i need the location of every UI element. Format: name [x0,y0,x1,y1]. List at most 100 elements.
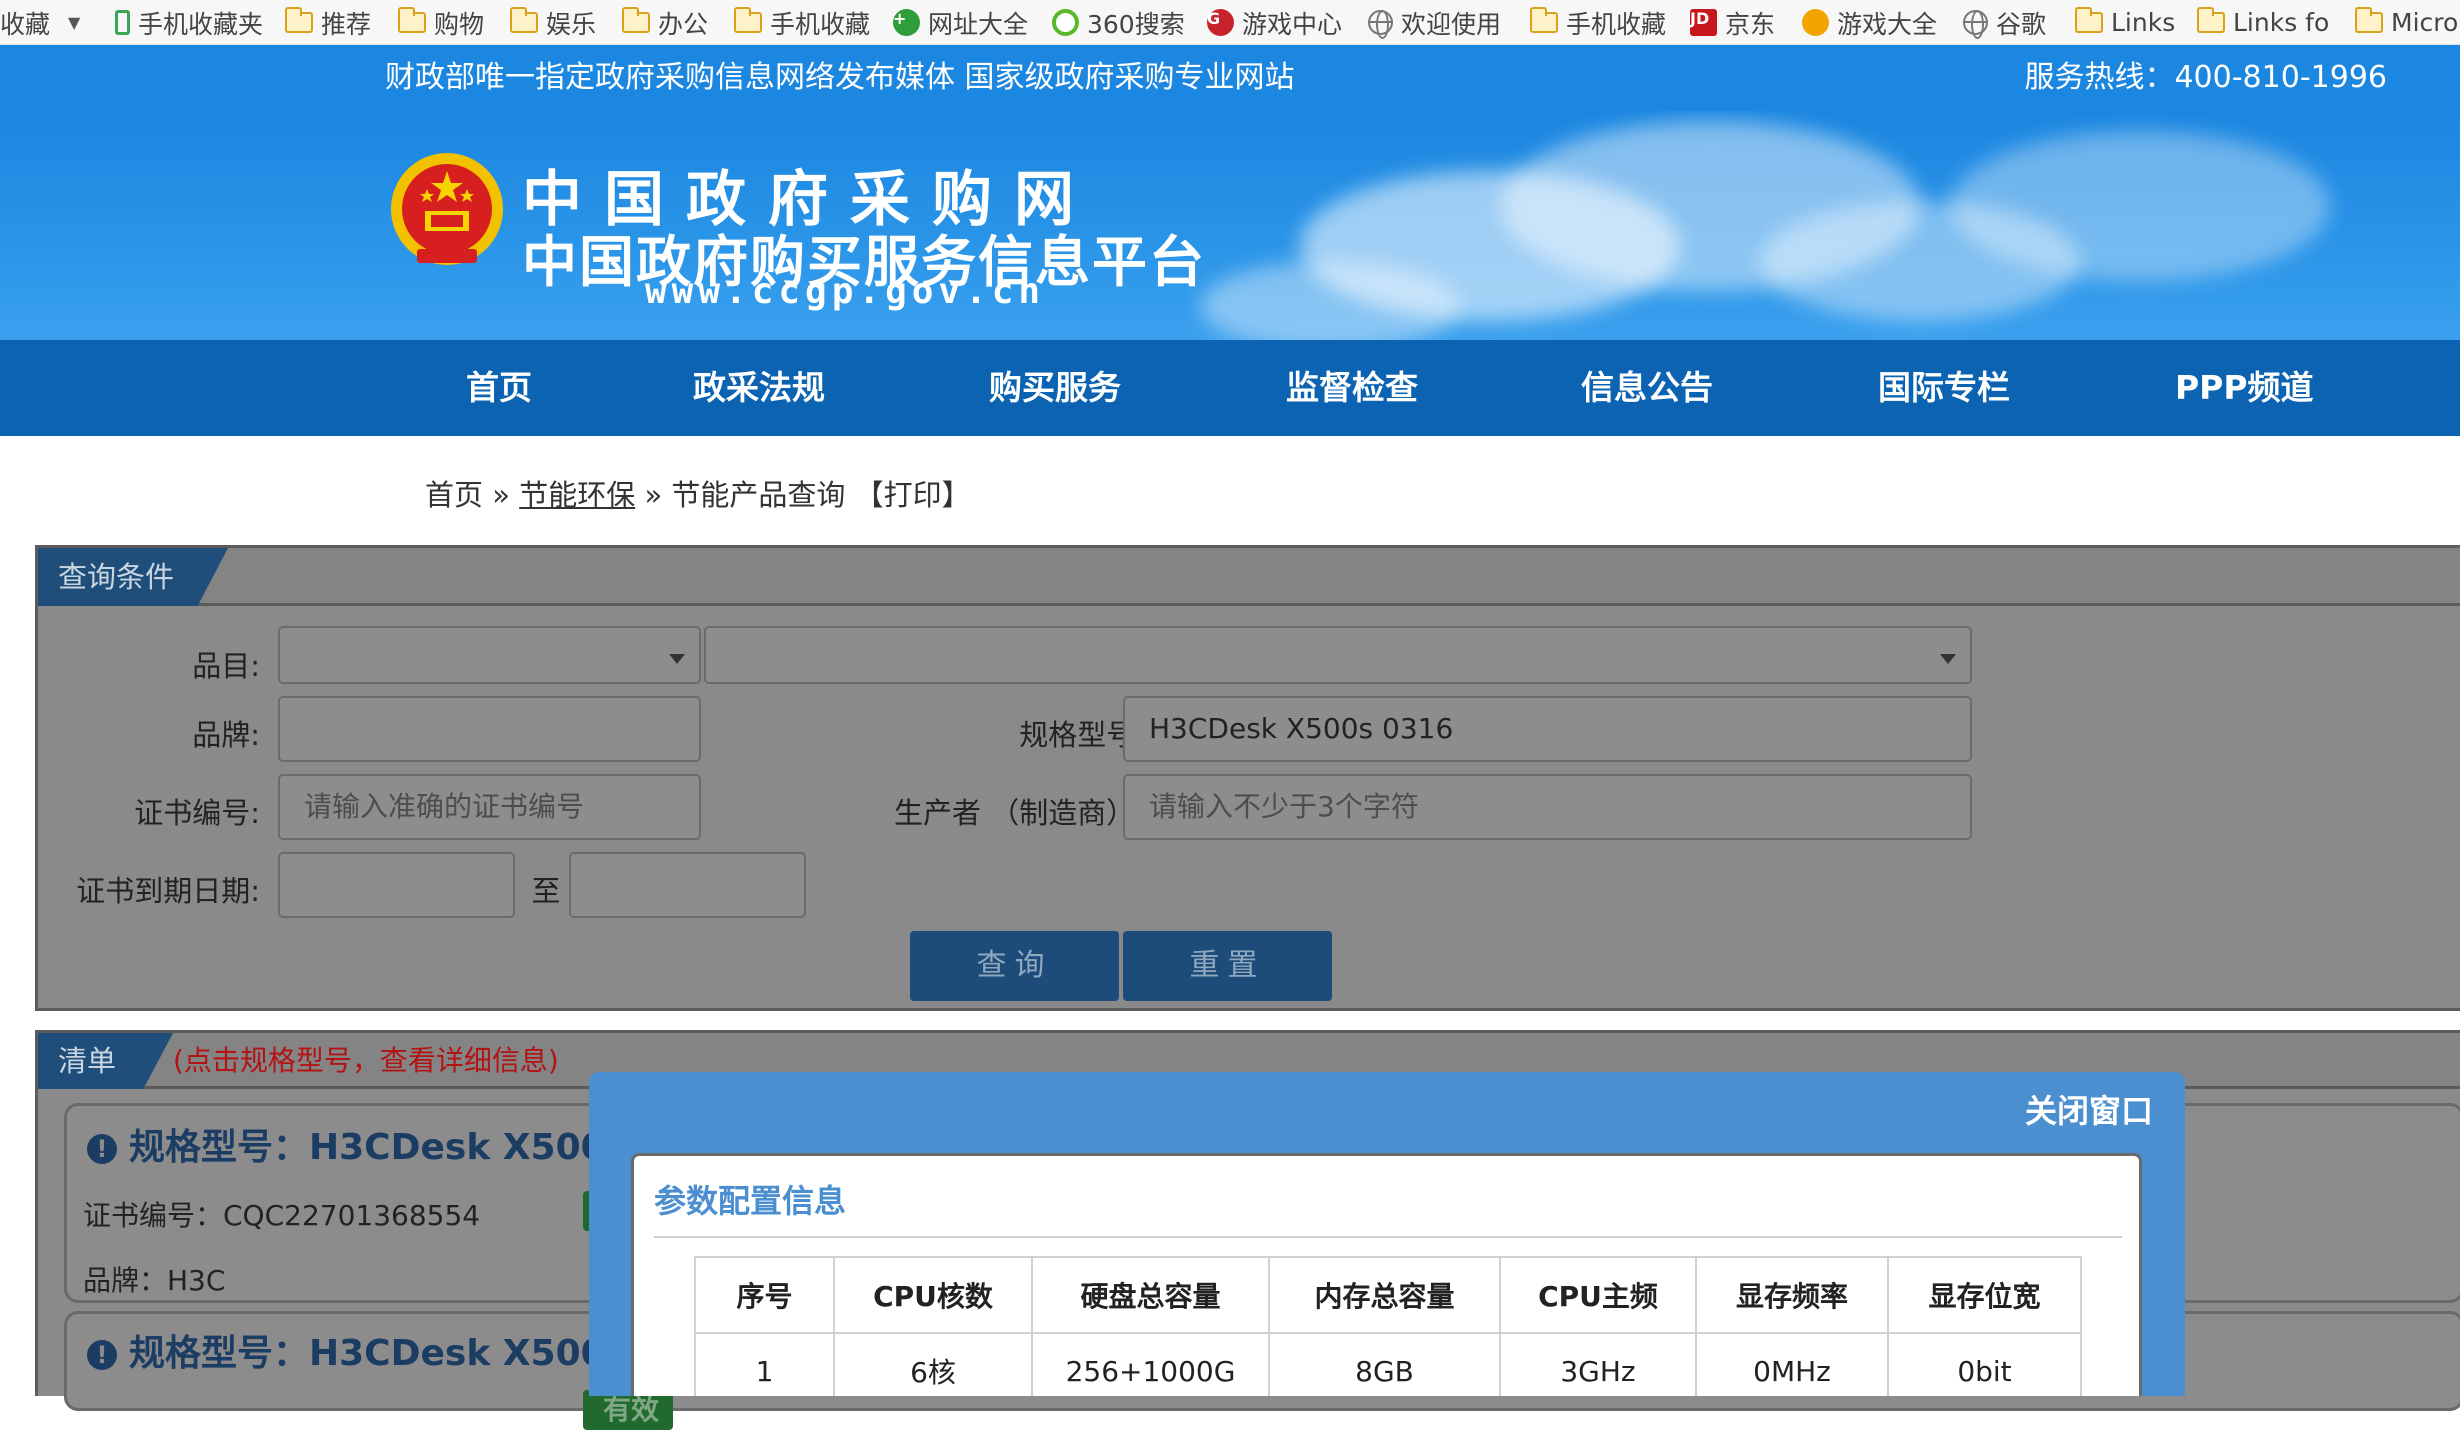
list-hint: (点击规格型号，查看详细信息) [173,1044,559,1077]
brand-label: 品牌: [192,718,260,752]
folder-icon [398,7,426,33]
category-label: 品目: [192,649,260,683]
model-label: 规格型号: [1019,718,1145,752]
bookmark-game-directory[interactable]: 游戏大全 [1802,0,1937,44]
bookmark-label: Links fo [2233,8,2330,37]
category-select[interactable] [278,626,701,684]
brand-input[interactable] [278,696,701,762]
bookmark-label: 欢迎使用 [1401,9,1502,39]
result-brand: 品牌：H3C [83,1264,226,1297]
bookmark-links[interactable]: Links [2075,0,2176,44]
nav-home[interactable]: 首页 [466,340,532,436]
bookmark-game-center[interactable]: G 游戏中心 [1207,0,1342,44]
top-strip: 财政部唯一指定政府采购信息网络发布媒体 国家级政府采购专业网站 服务热线：400… [0,45,2460,111]
chevron-down-icon [669,654,685,664]
column-header: 显存位宽 [1887,1256,2082,1334]
bookmark-micro[interactable]: Micro [2355,0,2458,44]
result-title[interactable]: ! 规格型号：H3CDesk X500s ( [87,1118,656,1170]
bookmark-label: 京东 [1725,9,1776,39]
bookmark-welcome[interactable]: 欢迎使用 [1368,0,1502,44]
national-emblem-icon [387,151,507,276]
folder-icon [285,7,313,33]
bookmark-entertainment[interactable]: 娱乐 [510,0,597,44]
table-cell: 3GHz [1499,1332,1697,1396]
folder-icon [734,7,762,33]
table-cell: 0MHz [1695,1332,1889,1396]
bookmark-favorites[interactable]: 收藏 ▼ [0,0,80,44]
site-slogan: 财政部唯一指定政府采购信息网络发布媒体 国家级政府采购专业网站 [385,60,1295,95]
column-header: 序号 [694,1256,835,1334]
modal-title: 参数配置信息 [654,1182,847,1220]
bookmark-links-fo[interactable]: Links fo [2197,0,2330,44]
nav-supervision[interactable]: 监督检查 [1286,340,1418,436]
nav-site-icon: + [893,9,920,36]
breadcrumb-current: 节能产品查询 [671,478,846,512]
search-360-icon [1052,9,1079,36]
bookmark-office[interactable]: 办公 [622,0,709,44]
folder-icon [2075,7,2103,33]
jd-icon: JD [1690,9,1717,36]
table-cell: 1 [694,1332,835,1396]
game-icon [1802,9,1829,36]
search-button[interactable]: 查询 [910,931,1119,1001]
bookmark-mobile-collection[interactable]: 手机收藏 [734,0,871,44]
chevron-down-icon[interactable]: ▼ [68,13,80,32]
chevron-down-icon [1940,654,1956,664]
cert-number-input[interactable]: 请输入准确的证书编号 [278,774,701,840]
bookmark-label: Links [2111,8,2176,37]
nav-announcements[interactable]: 信息公告 [1581,340,1713,436]
bookmark-label: 娱乐 [546,9,597,39]
table-cell: 256+1000G [1031,1332,1270,1396]
folder-icon [622,7,650,33]
bookmark-360-search[interactable]: 360搜索 [1052,0,1185,44]
bookmark-label: 手机收藏 [770,9,871,39]
expiry-date-from-input[interactable] [278,852,515,918]
expiry-date-to-input[interactable] [569,852,806,918]
bookmark-site-directory[interactable]: + 网址大全 [893,0,1029,44]
result-title[interactable]: ! 规格型号：H3CDesk X500s ( [87,1324,656,1376]
column-header: 内存总容量 [1268,1256,1501,1334]
bookmark-label: 办公 [658,9,709,39]
bookmark-recommend[interactable]: 推荐 [285,0,372,44]
banner-url: www.ccgp.gov.cn [645,271,1046,312]
site-banner: 中国政府采购网 中国政府购买服务信息平台 www.ccgp.gov.cn [0,111,2460,340]
breadcrumb-home[interactable]: 首页 [425,478,483,512]
breadcrumb-separator: » [644,478,663,512]
manufacturer-input[interactable]: 请输入不少于3个字符 [1123,774,1972,840]
globe-icon [1963,10,1988,39]
bookmark-label: 推荐 [321,9,372,39]
info-icon: ! [87,1340,117,1370]
nav-ppp[interactable]: PPP频道 [2175,340,2314,436]
manufacturer-label: 生产者 （制造商）: [894,796,1145,830]
reset-button[interactable]: 重置 [1123,931,1332,1001]
print-link[interactable]: 【打印】 [855,478,971,512]
bookmark-shopping[interactable]: 购物 [398,0,485,44]
nav-international[interactable]: 国际专栏 [1878,340,2010,436]
bookmark-mobile-favorites[interactable]: 手机收藏夹 [115,0,264,44]
globe-icon [1368,10,1393,39]
result-cert-number: 证书编号：CQC22701368554 [83,1199,481,1232]
cert-number-label: 证书编号: [134,796,260,830]
close-window-button[interactable]: 关闭窗口 [2025,1086,2153,1132]
table-header-row: 序号 CPU核数 硬盘总容量 内存总容量 CPU主频 显存频率 显存位宽 [694,1256,2082,1334]
parameter-modal: 关闭窗口 参数配置信息 序号 CPU核数 硬盘总容量 内存总容量 CPU主频 显… [589,1072,2185,1396]
model-input[interactable]: H3CDesk X500s 0316 [1123,696,1972,762]
breadcrumb-energy-saving[interactable]: 节能环保 [519,478,635,512]
nav-regulations[interactable]: 政采法规 [693,340,825,436]
info-icon: ! [87,1134,117,1164]
bookmark-label: 购物 [434,9,485,39]
nav-purchase-services[interactable]: 购买服务 [989,340,1121,436]
bookmark-label: 360搜索 [1087,9,1185,39]
bookmark-mobile-collection-2[interactable]: 手机收藏 [1530,0,1666,44]
bookmark-label: 手机收藏夹 [138,9,264,39]
main-nav: 首页 政采法规 购买服务 监督检查 信息公告 国际专栏 PPP频道 [0,340,2460,436]
divider [654,1236,2122,1238]
bookmark-jd[interactable]: JD 京东 [1690,0,1776,44]
parameter-table: 序号 CPU核数 硬盘总容量 内存总容量 CPU主频 显存频率 显存位宽 1 6… [694,1256,2082,1396]
column-header: CPU主频 [1499,1256,1697,1334]
bookmark-label: 收藏 [0,9,51,39]
column-header: 显存频率 [1695,1256,1889,1334]
bookmark-label: 网址大全 [928,9,1029,39]
subcategory-select[interactable] [704,626,1972,684]
bookmark-google[interactable]: 谷歌 [1963,0,2046,44]
